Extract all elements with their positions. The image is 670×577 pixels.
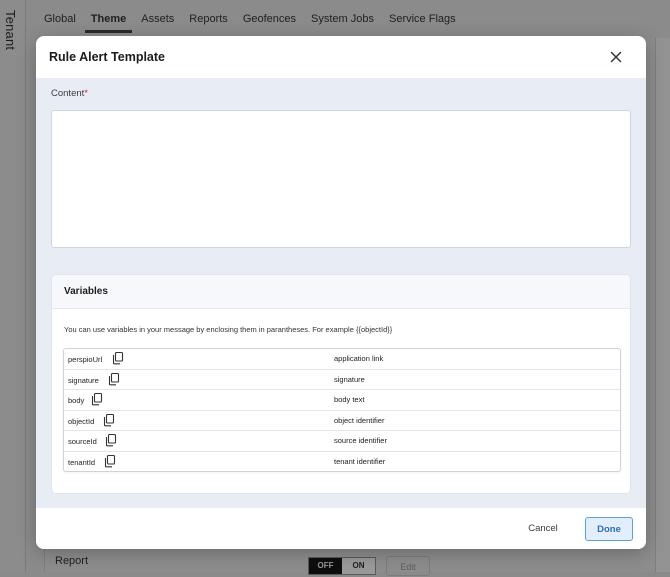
variable-name: perspioUrl xyxy=(68,355,103,364)
copy-icon[interactable] xyxy=(107,372,121,386)
variable-name: sourceId xyxy=(68,437,97,446)
content-label-text: Content xyxy=(51,88,85,99)
top-tabs: Global Theme Assets Reports Geofences Sy… xyxy=(44,0,670,38)
variables-table: perspioUrl application link signature si… xyxy=(63,348,621,472)
tab-geofences[interactable]: Geofences xyxy=(243,5,296,33)
variable-name: signature xyxy=(68,375,99,385)
variable-description: signature xyxy=(334,374,365,384)
variables-title: Variables xyxy=(64,286,108,297)
table-row: body body text xyxy=(64,390,620,411)
table-row: signature signature xyxy=(64,370,620,390)
copy-icon[interactable] xyxy=(111,351,125,365)
tab-global[interactable]: Global xyxy=(44,5,76,33)
variable-description: body text xyxy=(334,395,365,404)
edit-button[interactable]: Edit xyxy=(386,556,430,576)
modal-header: Rule Alert Template xyxy=(36,36,646,78)
variable-description: source identifier xyxy=(334,436,387,445)
copy-icon[interactable] xyxy=(102,413,116,427)
copy-icon[interactable] xyxy=(90,392,104,406)
content-label: Content* xyxy=(51,88,88,99)
variable-description: application link xyxy=(334,354,384,363)
copy-icon[interactable] xyxy=(104,433,118,447)
report-toggle[interactable]: OFF ON xyxy=(308,557,376,575)
variable-description: tenant identifier xyxy=(334,456,386,466)
right-strip xyxy=(656,38,670,572)
variables-header: Variables xyxy=(52,275,630,309)
variable-description: object identifier xyxy=(334,415,385,425)
tab-assets[interactable]: Assets xyxy=(141,5,174,33)
variable-name: tenantId xyxy=(68,457,96,467)
close-button[interactable] xyxy=(608,49,624,65)
close-icon xyxy=(610,51,622,63)
copy-icon[interactable] xyxy=(103,454,117,468)
report-row: Report OFF ON Edit xyxy=(44,550,644,576)
modal-title: Rule Alert Template xyxy=(49,50,165,64)
rule-alert-template-dialog: Rule Alert Template Content* Variables Y… xyxy=(36,36,646,549)
table-row: sourceId source identifier xyxy=(64,431,620,452)
tab-service-flags[interactable]: Service Flags xyxy=(389,5,456,33)
tab-system-jobs[interactable]: System Jobs xyxy=(311,5,374,33)
table-row: objectId object identifier xyxy=(64,411,620,431)
variable-name: body xyxy=(68,396,85,405)
content-textarea[interactable] xyxy=(51,110,631,248)
done-button[interactable]: Done xyxy=(585,517,633,541)
variable-name: objectId xyxy=(68,416,95,426)
tab-reports[interactable]: Reports xyxy=(189,5,228,33)
cancel-button[interactable]: Cancel xyxy=(517,517,569,539)
tab-theme[interactable]: Theme xyxy=(84,5,133,33)
variables-card: Variables You can use variables in your … xyxy=(51,274,631,494)
left-rail: Tenant xyxy=(0,0,26,572)
table-row: perspioUrl application link xyxy=(64,349,620,370)
modal-footer: Cancel Done xyxy=(36,508,646,549)
table-row: tenantId tenant identifier xyxy=(64,452,620,472)
rail-label-tenant[interactable]: Tenant xyxy=(3,10,18,50)
variables-hint: You can use variables in your message by… xyxy=(64,325,393,334)
report-label: Report xyxy=(55,555,89,567)
required-marker: * xyxy=(84,88,88,99)
